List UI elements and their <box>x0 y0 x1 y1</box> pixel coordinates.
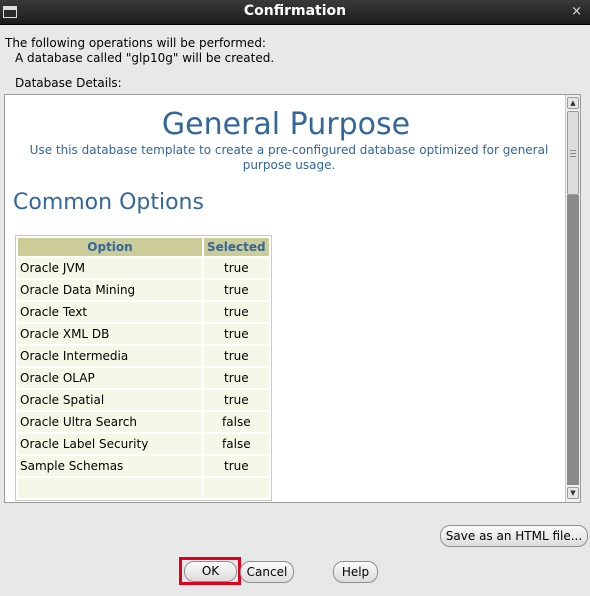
grip-line <box>570 156 576 157</box>
option-name: Oracle Text <box>18 302 202 322</box>
database-created-line: A database called "glp10g" will be creat… <box>15 51 275 65</box>
vertical-scrollbar[interactable]: ▲ ▼ <box>565 95 580 502</box>
option-selected: false <box>204 412 269 432</box>
table-row: Oracle JVM true <box>18 258 269 278</box>
option-selected: true <box>204 280 269 300</box>
option-name: Oracle XML DB <box>18 324 202 344</box>
help-button[interactable]: Help <box>333 561 378 583</box>
ok-button[interactable]: OK <box>184 561 237 582</box>
option-name: Sample Schemas <box>18 456 202 476</box>
scroll-up-icon[interactable]: ▲ <box>567 97 579 109</box>
column-header-selected: Selected <box>204 238 269 256</box>
option-selected: true <box>204 390 269 410</box>
section-heading: Common Options <box>13 190 204 215</box>
option-name: Oracle OLAP <box>18 368 202 388</box>
option-selected <box>204 478 269 498</box>
table-row: Oracle Spatial true <box>18 390 269 410</box>
template-heading: General Purpose <box>161 107 411 142</box>
cancel-button[interactable]: Cancel <box>240 561 294 583</box>
table-row: Oracle Ultra Search false <box>18 412 269 432</box>
option-selected: true <box>204 456 269 476</box>
table-row: Sample Schemas true <box>18 456 269 476</box>
table-row: Oracle Intermedia true <box>18 346 269 366</box>
scroll-track[interactable] <box>567 195 579 485</box>
summary-line: The following operations will be perform… <box>5 36 266 50</box>
table-row: Oracle XML DB true <box>18 324 269 344</box>
scroll-down-icon[interactable]: ▼ <box>567 487 579 499</box>
option-name: Oracle Data Mining <box>18 280 202 300</box>
option-name: Oracle Ultra Search <box>18 412 202 432</box>
scroll-thumb[interactable] <box>567 111 579 195</box>
option-selected: true <box>204 302 269 322</box>
title-bar: Confirmation × <box>0 0 590 25</box>
option-name: Oracle Label Security <box>18 434 202 454</box>
close-icon[interactable]: × <box>571 4 582 19</box>
window-title: Confirmation <box>243 3 347 19</box>
save-as-html-button[interactable]: Save as an HTML file... <box>440 525 588 547</box>
grip-line <box>570 153 576 154</box>
options-table: Option Selected Oracle JVM true Oracle Da… <box>15 235 272 501</box>
details-content: General Purpose Use this database templa… <box>5 95 567 502</box>
option-selected: true <box>204 368 269 388</box>
option-selected: true <box>204 324 269 344</box>
table-row: Oracle Text true <box>18 302 269 322</box>
table-row <box>18 478 269 498</box>
table-row: Oracle OLAP true <box>18 368 269 388</box>
option-selected: true <box>204 258 269 278</box>
option-name: Oracle Spatial <box>18 390 202 410</box>
grip-line <box>570 150 576 151</box>
table-row: Oracle Label Security false <box>18 434 269 454</box>
table-row: Oracle Data Mining true <box>18 280 269 300</box>
column-header-option: Option <box>18 238 202 256</box>
option-name <box>18 478 202 498</box>
database-details-panel[interactable]: General Purpose Use this database templa… <box>4 94 581 503</box>
option-selected: true <box>204 346 269 366</box>
table-header-row: Option Selected <box>18 238 269 256</box>
template-description: Use this database template to create a p… <box>29 143 549 172</box>
option-name: Oracle JVM <box>18 258 202 278</box>
option-selected: false <box>204 434 269 454</box>
option-name: Oracle Intermedia <box>18 346 202 366</box>
database-details-label: Database Details: <box>15 76 122 90</box>
